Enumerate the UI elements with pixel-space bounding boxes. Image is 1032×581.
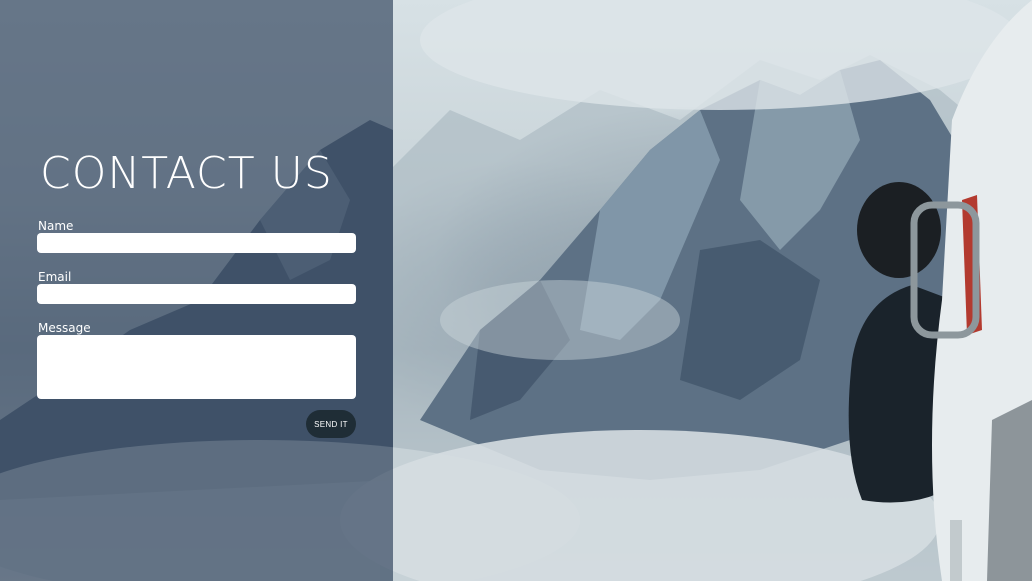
message-textarea[interactable] bbox=[37, 335, 356, 399]
helicopter-scene bbox=[848, 0, 1032, 581]
send-button[interactable]: SEND IT bbox=[306, 410, 356, 438]
helicopter-door-image bbox=[842, 0, 1032, 581]
email-input[interactable] bbox=[37, 284, 356, 304]
page-title: CONTACT US bbox=[40, 148, 333, 199]
name-label: Name bbox=[38, 219, 74, 233]
name-input[interactable] bbox=[37, 233, 356, 253]
email-label: Email bbox=[38, 270, 72, 284]
message-label: Message bbox=[38, 321, 91, 335]
